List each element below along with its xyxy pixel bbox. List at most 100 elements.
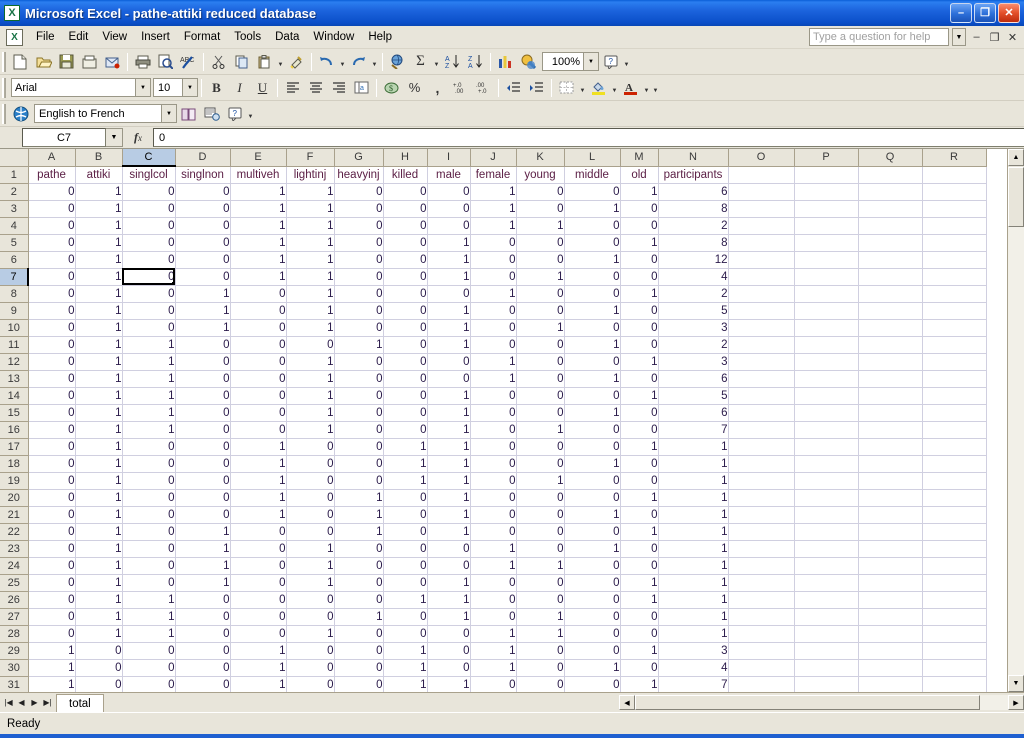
cell-G2[interactable]: 0 xyxy=(334,183,384,201)
cell-J11[interactable]: 0 xyxy=(470,336,517,354)
menu-format[interactable]: Format xyxy=(177,28,227,46)
cell-Q4[interactable] xyxy=(858,217,923,235)
cell-P13[interactable] xyxy=(794,370,859,388)
cell-E29[interactable]: 1 xyxy=(230,642,287,660)
cell-L7[interactable]: 0 xyxy=(564,268,621,286)
cell-M31[interactable]: 1 xyxy=(620,676,659,692)
cell-F1[interactable]: lightinj xyxy=(286,166,335,184)
cell-H18[interactable]: 1 xyxy=(383,455,428,473)
cell-D21[interactable]: 0 xyxy=(175,506,231,524)
cell-L8[interactable]: 0 xyxy=(564,285,621,303)
cell-G27[interactable]: 1 xyxy=(334,608,384,626)
translation-direction-dropdown-icon[interactable]: ▼ xyxy=(162,104,177,123)
restore-button[interactable]: ❐ xyxy=(974,3,996,23)
cell-O29[interactable] xyxy=(728,642,795,660)
cell-Q30[interactable] xyxy=(858,659,923,677)
cell-Q17[interactable] xyxy=(858,438,923,456)
menu-window[interactable]: Window xyxy=(306,28,361,46)
cell-A9[interactable]: 0 xyxy=(28,302,76,320)
cell-J22[interactable]: 0 xyxy=(470,523,517,541)
cell-L29[interactable]: 0 xyxy=(564,642,621,660)
cell-B11[interactable]: 1 xyxy=(75,336,123,354)
cell-R31[interactable] xyxy=(922,676,987,692)
cell-L3[interactable]: 1 xyxy=(564,200,621,218)
cell-E5[interactable]: 1 xyxy=(230,234,287,252)
sheet-tab-total[interactable]: total xyxy=(56,694,104,712)
cell-J2[interactable]: 1 xyxy=(470,183,517,201)
cell-F29[interactable]: 0 xyxy=(286,642,335,660)
row-header-17[interactable]: 17 xyxy=(0,438,29,456)
cell-Q9[interactable] xyxy=(858,302,923,320)
cell-Q14[interactable] xyxy=(858,387,923,405)
cell-A11[interactable]: 0 xyxy=(28,336,76,354)
cell-R21[interactable] xyxy=(922,506,987,524)
cell-B2[interactable]: 1 xyxy=(75,183,123,201)
cell-M10[interactable]: 0 xyxy=(620,319,659,337)
cell-A28[interactable]: 0 xyxy=(28,625,76,643)
cell-F7[interactable]: 1 xyxy=(286,268,335,286)
cell-Q21[interactable] xyxy=(858,506,923,524)
menu-data[interactable]: Data xyxy=(268,28,306,46)
cell-B17[interactable]: 1 xyxy=(75,438,123,456)
cell-O23[interactable] xyxy=(728,540,795,558)
fill-color-dropdown-arrow-icon[interactable]: ▼ xyxy=(610,77,619,99)
cell-N31[interactable]: 7 xyxy=(658,676,729,692)
cell-O5[interactable] xyxy=(728,234,795,252)
cell-E10[interactable]: 0 xyxy=(230,319,287,337)
cell-G4[interactable]: 0 xyxy=(334,217,384,235)
cell-B20[interactable]: 1 xyxy=(75,489,123,507)
cell-P30[interactable] xyxy=(794,659,859,677)
cell-Q1[interactable] xyxy=(858,166,923,184)
cell-N13[interactable]: 6 xyxy=(658,370,729,388)
cell-P2[interactable] xyxy=(794,183,859,201)
cell-C28[interactable]: 1 xyxy=(122,625,176,643)
cell-P15[interactable] xyxy=(794,404,859,422)
cell-O3[interactable] xyxy=(728,200,795,218)
cell-P1[interactable] xyxy=(794,166,859,184)
cell-O28[interactable] xyxy=(728,625,795,643)
new-icon[interactable] xyxy=(9,51,32,73)
cell-C8[interactable]: 0 xyxy=(122,285,176,303)
cell-N30[interactable]: 4 xyxy=(658,659,729,677)
cell-C13[interactable]: 1 xyxy=(122,370,176,388)
cell-H31[interactable]: 1 xyxy=(383,676,428,692)
minimize-button[interactable]: – xyxy=(950,3,972,23)
cell-J1[interactable]: female xyxy=(470,166,517,184)
cell-Q12[interactable] xyxy=(858,353,923,371)
cell-N25[interactable]: 1 xyxy=(658,574,729,592)
cell-C3[interactable]: 0 xyxy=(122,200,176,218)
cell-A10[interactable]: 0 xyxy=(28,319,76,337)
cell-A14[interactable]: 0 xyxy=(28,387,76,405)
cell-H11[interactable]: 0 xyxy=(383,336,428,354)
cell-K13[interactable]: 0 xyxy=(516,370,565,388)
cell-D9[interactable]: 1 xyxy=(175,302,231,320)
cell-P24[interactable] xyxy=(794,557,859,575)
cell-N15[interactable]: 6 xyxy=(658,404,729,422)
cell-M6[interactable]: 0 xyxy=(620,251,659,269)
cell-B10[interactable]: 1 xyxy=(75,319,123,337)
cell-E25[interactable]: 0 xyxy=(230,574,287,592)
cell-D17[interactable]: 0 xyxy=(175,438,231,456)
cell-R29[interactable] xyxy=(922,642,987,660)
name-box[interactable]: C7 xyxy=(22,128,106,147)
cell-F13[interactable]: 1 xyxy=(286,370,335,388)
cell-P6[interactable] xyxy=(794,251,859,269)
cell-R13[interactable] xyxy=(922,370,987,388)
cell-Q13[interactable] xyxy=(858,370,923,388)
chart-wizard-icon[interactable] xyxy=(494,51,517,73)
cell-D19[interactable]: 0 xyxy=(175,472,231,490)
cell-I29[interactable]: 0 xyxy=(427,642,471,660)
cell-F5[interactable]: 1 xyxy=(286,234,335,252)
cell-J26[interactable]: 0 xyxy=(470,591,517,609)
column-header-a[interactable]: A xyxy=(28,149,76,167)
spelling-icon[interactable]: ABC xyxy=(177,51,200,73)
menu-tools[interactable]: Tools xyxy=(227,28,268,46)
cell-K1[interactable]: young xyxy=(516,166,565,184)
cell-Q5[interactable] xyxy=(858,234,923,252)
cell-I24[interactable]: 0 xyxy=(427,557,471,575)
cell-D16[interactable]: 0 xyxy=(175,421,231,439)
cell-A18[interactable]: 0 xyxy=(28,455,76,473)
cell-I14[interactable]: 1 xyxy=(427,387,471,405)
cell-L26[interactable]: 0 xyxy=(564,591,621,609)
cell-K26[interactable]: 0 xyxy=(516,591,565,609)
